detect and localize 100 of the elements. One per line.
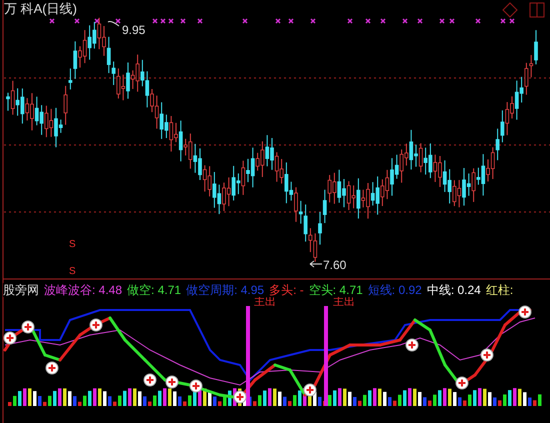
legend-item: 空头: 4.71 (308, 283, 363, 297)
histogram-bar (158, 390, 162, 406)
histogram-bar (178, 396, 182, 406)
histogram-bar (393, 400, 396, 406)
cross-marker-icon (144, 374, 156, 386)
cross-marker-icon (4, 332, 16, 344)
histogram-bar (13, 396, 16, 406)
histogram-bar (118, 396, 122, 406)
cross-marker-icon (456, 376, 468, 390)
histogram-bar (373, 388, 376, 406)
histogram-bar (88, 390, 92, 406)
histogram-bar (493, 397, 496, 406)
histogram-bar (203, 388, 206, 406)
cross-marker-icon (304, 384, 316, 396)
histogram-bar (428, 400, 432, 406)
histogram-bar (488, 392, 492, 406)
histogram-bar (168, 388, 172, 406)
histogram-bar (283, 396, 286, 406)
histogram-bar (38, 396, 42, 406)
histogram-bar (513, 388, 516, 406)
histogram-bar (508, 390, 512, 406)
histogram-bar (363, 394, 366, 406)
chart-title: 万 科A(日线) (4, 2, 77, 15)
histogram-bar (378, 388, 382, 406)
histogram-bar (458, 397, 462, 406)
cross-marker-icon (22, 320, 34, 334)
histogram-bar (98, 388, 102, 406)
histogram-bar (63, 388, 66, 406)
histogram-bar (83, 396, 86, 406)
histogram-bar (228, 390, 232, 406)
histogram-bar (473, 390, 476, 406)
histogram-bar (443, 388, 446, 406)
histogram-bar (418, 392, 422, 406)
histogram-bar (128, 388, 132, 406)
histogram-bar (433, 394, 436, 406)
diamond-icon[interactable] (502, 2, 518, 18)
histogram-bar (523, 392, 526, 406)
histogram-bar (73, 396, 76, 406)
histogram-bar (538, 394, 542, 406)
histogram-bar (223, 395, 226, 406)
histogram-bar (383, 392, 386, 406)
histogram-bar (533, 400, 536, 406)
histogram-bar (338, 388, 342, 406)
histogram-bar (153, 396, 156, 406)
signal-label: 主出 (254, 297, 276, 308)
cross-marker-icon (518, 306, 532, 318)
histogram-bar (353, 397, 356, 406)
histogram-bar (403, 390, 406, 406)
cross-marker-icon (90, 318, 102, 332)
histogram-bar (258, 395, 262, 406)
histogram-bar (408, 388, 412, 406)
histogram-bar (398, 394, 402, 406)
histogram-bar (123, 390, 126, 406)
histogram-bar (183, 401, 186, 406)
cross-marker-icon (480, 348, 494, 362)
histogram-bar (58, 388, 62, 406)
legend-item: 多头: - (269, 283, 304, 297)
histogram-bar (113, 402, 116, 406)
legend-item: 股旁网 (3, 283, 39, 297)
legend-item: 做空周期: 4.95 (186, 283, 264, 297)
legend-item: 中线: 0.24 (426, 283, 481, 297)
histogram-bar (343, 388, 346, 406)
histogram-bar (498, 400, 502, 406)
histogram-bar (423, 397, 426, 406)
histogram-bar (263, 390, 266, 406)
histogram-bar (503, 394, 506, 406)
histogram-bar (293, 395, 296, 406)
price-low-label: 7.60 (323, 257, 346, 274)
histogram-bar (298, 390, 302, 406)
histogram-bar (208, 391, 212, 406)
panel-layout-icon[interactable] (530, 2, 544, 18)
histogram-bar (318, 396, 322, 406)
histogram-bar (413, 388, 416, 406)
cross-marker-icon (406, 338, 418, 352)
histogram-bar (268, 388, 272, 406)
histogram-bar (173, 391, 176, 406)
histogram-bar (528, 398, 532, 406)
cross-marker-icon (46, 362, 58, 374)
histogram-bar (33, 391, 36, 406)
histogram-bar (138, 391, 142, 406)
histogram-bar (133, 388, 136, 406)
histogram-bar (68, 391, 72, 406)
histogram-bar (148, 402, 152, 406)
arrow-icon (310, 260, 322, 268)
histogram-bar (348, 392, 352, 406)
histogram-bar (288, 401, 292, 406)
histogram-bar (188, 395, 192, 406)
histogram-bar (78, 402, 82, 406)
legend-item: 做空: 4.71 (127, 283, 182, 297)
histogram-bar (18, 391, 22, 406)
histogram-bar (518, 388, 522, 406)
histogram-bar (143, 396, 146, 406)
histogram-bar (448, 388, 452, 406)
histogram-bar (103, 391, 106, 406)
sell-marker: S (69, 267, 76, 277)
signal-label: 主出 (333, 297, 355, 308)
histogram-bar (93, 388, 96, 406)
histogram-bar (253, 401, 256, 406)
histogram-bar (438, 390, 442, 406)
histogram-bar (213, 396, 216, 406)
